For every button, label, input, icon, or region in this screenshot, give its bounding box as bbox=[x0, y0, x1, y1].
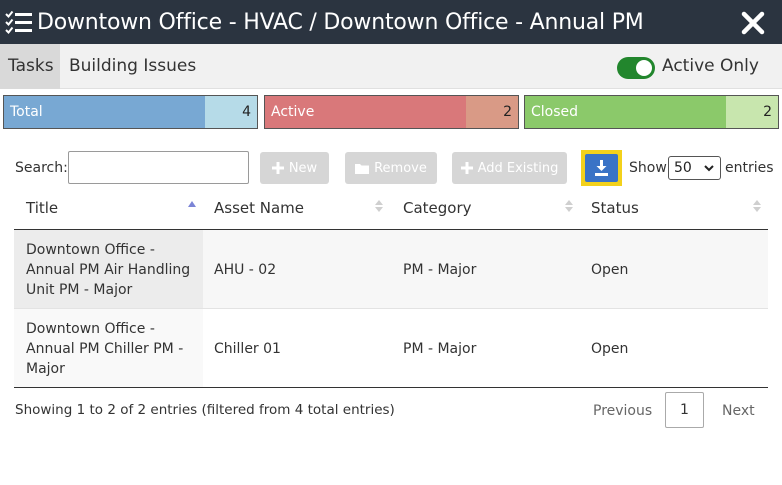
table-row[interactable]: Downtown Office - Annual PM Air Handling… bbox=[14, 230, 768, 309]
cell-status: Open bbox=[591, 262, 629, 278]
window-header: Downtown Office - HVAC / Downtown Office… bbox=[0, 0, 782, 44]
cell-asset-name: Chiller 01 bbox=[214, 341, 281, 357]
column-header-category[interactable]: Category bbox=[403, 199, 472, 217]
add-existing-button-label: Add Existing bbox=[477, 160, 559, 176]
remove-button[interactable]: Remove bbox=[345, 152, 437, 184]
download-icon bbox=[595, 160, 608, 176]
total-card[interactable]: Total 4 bbox=[3, 95, 258, 129]
sort-icon bbox=[375, 200, 383, 212]
active-only-label: Active Only bbox=[662, 56, 759, 76]
pagination-page-1[interactable]: 1 bbox=[665, 392, 704, 428]
table-info: Showing 1 to 2 of 2 entries (filtered fr… bbox=[15, 402, 395, 418]
plus-icon bbox=[460, 162, 473, 174]
column-header-status[interactable]: Status bbox=[591, 199, 639, 217]
sort-asc-icon bbox=[188, 201, 196, 207]
closed-card[interactable]: Closed 2 bbox=[524, 95, 779, 129]
sort-icon bbox=[565, 200, 573, 212]
cell-category: PM - Major bbox=[403, 262, 477, 278]
search-input[interactable] bbox=[68, 151, 249, 184]
cell-title: Downtown Office - Annual PM Chiller PM -… bbox=[26, 321, 184, 377]
cell-status: Open bbox=[591, 341, 629, 357]
active-count: 2 bbox=[466, 96, 518, 128]
pagination-next[interactable]: Next bbox=[722, 403, 755, 419]
plus-icon bbox=[271, 162, 284, 174]
table-row[interactable]: Downtown Office - Annual PM Chiller PM -… bbox=[14, 309, 768, 388]
new-button[interactable]: New bbox=[260, 152, 329, 184]
chevron-down-icon bbox=[704, 165, 714, 172]
entries-select[interactable]: 50 bbox=[668, 156, 721, 180]
active-card[interactable]: Active 2 bbox=[264, 95, 519, 129]
cell-title: Downtown Office - Annual PM Air Handling… bbox=[26, 242, 191, 298]
closed-count: 2 bbox=[726, 96, 778, 128]
folder-icon bbox=[355, 163, 370, 174]
show-label: Show bbox=[629, 160, 667, 176]
active-only-toggle[interactable] bbox=[617, 57, 655, 79]
tab-tasks[interactable]: Tasks bbox=[0, 44, 60, 89]
cell-category: PM - Major bbox=[403, 341, 477, 357]
column-header-title[interactable]: Title bbox=[26, 199, 58, 217]
toggle-knob bbox=[636, 60, 652, 76]
sort-icon bbox=[753, 200, 761, 212]
add-existing-button[interactable]: Add Existing bbox=[452, 152, 567, 184]
cell-asset-name: AHU - 02 bbox=[214, 262, 277, 278]
total-label: Total bbox=[4, 96, 205, 128]
download-highlight bbox=[581, 150, 622, 186]
total-count: 4 bbox=[205, 96, 257, 128]
entries-label: entries bbox=[725, 160, 774, 176]
close-icon[interactable] bbox=[740, 8, 766, 36]
pagination-previous[interactable]: Previous bbox=[593, 403, 652, 419]
remove-button-label: Remove bbox=[374, 160, 427, 176]
page-title: Downtown Office - HVAC / Downtown Office… bbox=[37, 9, 644, 35]
new-button-label: New bbox=[288, 160, 318, 176]
search-label: Search: bbox=[15, 160, 68, 176]
column-header-asset-name[interactable]: Asset Name bbox=[214, 199, 304, 217]
entries-select-value: 50 bbox=[674, 160, 692, 176]
tab-building-issues[interactable]: Building Issues bbox=[61, 44, 204, 89]
closed-label: Closed bbox=[525, 96, 726, 128]
download-button[interactable] bbox=[585, 154, 618, 182]
active-label: Active bbox=[265, 96, 466, 128]
task-list-icon bbox=[5, 10, 35, 34]
